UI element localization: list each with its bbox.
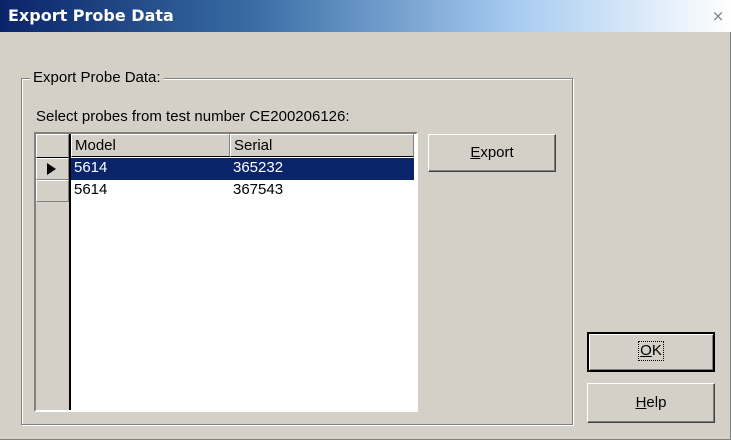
column-header-model[interactable]: Model: [71, 134, 230, 157]
ok-button[interactable]: OK: [587, 332, 715, 372]
cell-model[interactable]: 5614: [71, 180, 230, 202]
help-mnemonic: H: [635, 394, 647, 411]
corner-header-cell: [36, 134, 69, 158]
ok-focus-rect: OK: [638, 341, 664, 361]
instruction-label: Select probes from test number CE2002061…: [36, 108, 350, 125]
export-button[interactable]: Export: [428, 134, 556, 172]
probe-grid[interactable]: Model Serial 5614 365232 5614 367543: [34, 132, 418, 412]
column-header-serial[interactable]: Serial: [230, 134, 414, 157]
export-probe-data-group: Export Probe Data: Select probes from te…: [21, 69, 573, 425]
cell-model[interactable]: 5614: [71, 158, 230, 180]
help-label-rest: elp: [646, 394, 667, 411]
export-probe-data-dialog: Export Probe Data × Export Probe Data: S…: [0, 0, 731, 440]
close-icon[interactable]: ×: [709, 8, 727, 26]
row-indicator[interactable]: [36, 180, 69, 202]
export-mnemonic: E: [470, 144, 481, 161]
window-title: Export Probe Data: [8, 6, 174, 25]
ok-mnemonic: O: [640, 342, 652, 359]
cell-serial[interactable]: 367543: [230, 180, 414, 202]
table-row-selected[interactable]: 5614 365232: [71, 158, 414, 180]
row-indicator-current[interactable]: [36, 158, 69, 180]
cell-serial[interactable]: 365232: [230, 158, 414, 180]
group-label: Export Probe Data:: [30, 69, 164, 86]
table-row[interactable]: 5614 367543: [71, 180, 414, 202]
row-indicator-column: [36, 134, 71, 410]
current-row-arrow-icon: [47, 163, 56, 175]
export-label-rest: xport: [480, 144, 514, 161]
ok-label-rest: K: [651, 342, 662, 359]
title-bar[interactable]: Export Probe Data ×: [0, 0, 731, 32]
help-button[interactable]: Help: [587, 383, 715, 423]
